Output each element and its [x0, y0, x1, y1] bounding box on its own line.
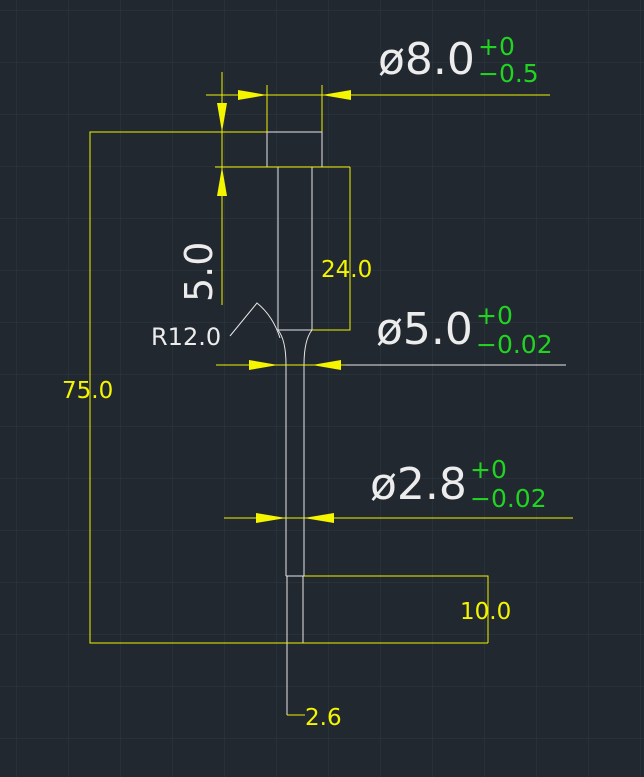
tip-step-length-label: 10.0 [460, 599, 511, 625]
head-diameter-tol-upper: +0 [478, 32, 515, 61]
body-diameter-label: ø5.0 [376, 304, 473, 355]
body-diameter-tol-lower: −0.02 [476, 330, 553, 359]
head-height-label: 5.0 [177, 242, 221, 302]
head-diameter-tol-lower: −0.5 [478, 59, 539, 88]
fillet-radius-label: R12.0 [151, 323, 221, 351]
tip-diameter-tol-lower: −0.02 [470, 484, 547, 513]
head-diameter-label: ø8.0 [378, 34, 475, 85]
tip-end-diameter-label: 2.6 [305, 705, 342, 731]
overall-length-label: 75.0 [62, 378, 113, 404]
technical-drawing-canvas: ø8.0 +0 −0.5 5.0 24.0 R12.0 ø5.0 +0 −0.0… [0, 0, 644, 777]
body-length-label: 24.0 [321, 257, 372, 283]
tip-diameter-tol-upper: +0 [470, 455, 507, 484]
body-diameter-tol-upper: +0 [476, 301, 513, 330]
tip-diameter-label: ø2.8 [370, 459, 467, 510]
